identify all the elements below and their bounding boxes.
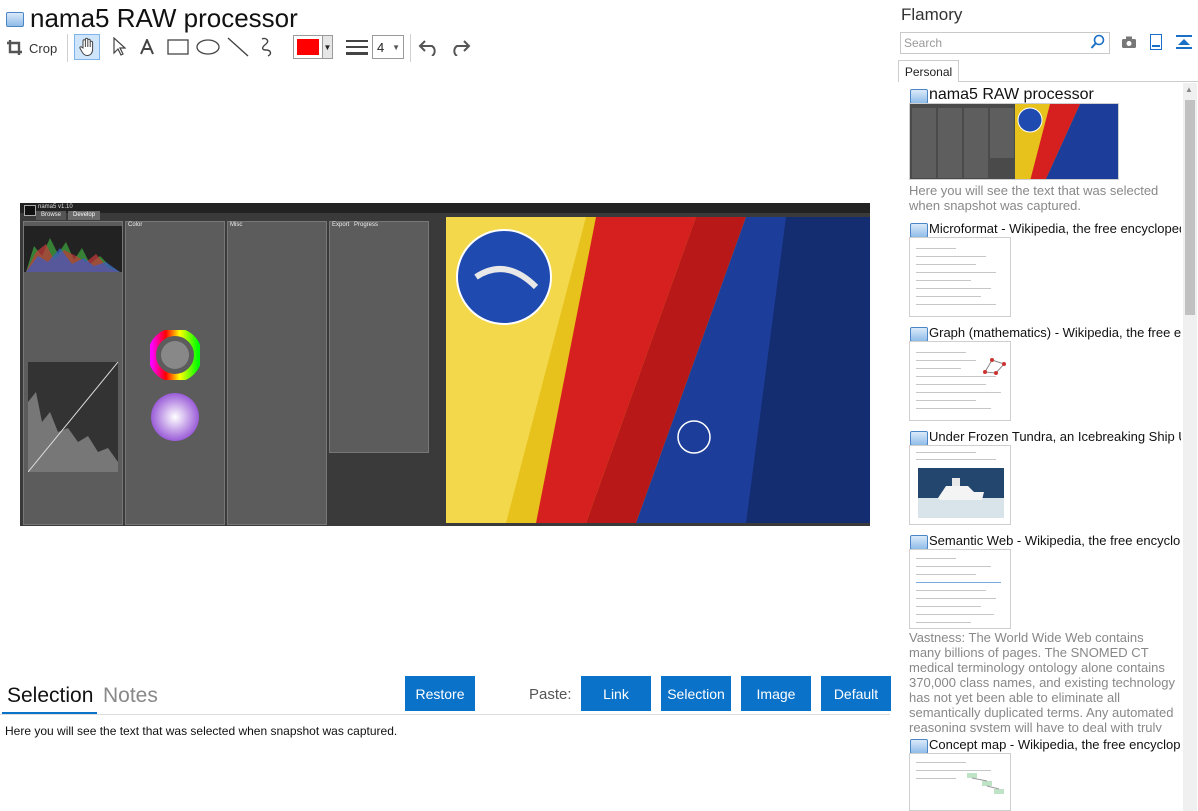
entry-thumbnail[interactable] xyxy=(909,753,1011,811)
search-placeholder: Search xyxy=(904,36,943,50)
scroll-up-icon[interactable]: ▲ xyxy=(1185,85,1193,94)
snapshot-panel-color: Color xyxy=(125,221,225,525)
graph-diagram-graphic xyxy=(983,358,1006,375)
undo-button[interactable] xyxy=(416,34,442,60)
snapshot-panel-export: Export Progress xyxy=(329,221,429,453)
search-input[interactable]: Search xyxy=(900,32,1110,54)
entry-description: Here you will see the text that was sele… xyxy=(909,183,1159,213)
concept-map-graphic xyxy=(967,773,1004,794)
page-title: nama5 RAW processor xyxy=(30,3,298,33)
text-icon xyxy=(140,39,154,55)
rectangle-icon xyxy=(167,39,189,55)
entry-thumbnail[interactable] xyxy=(909,445,1011,525)
line-tool-button[interactable] xyxy=(225,34,251,60)
snapshot-tab-browse: Browse xyxy=(36,211,66,220)
entry-icon xyxy=(910,535,928,550)
entry-icon xyxy=(910,327,928,342)
histogram-graphic xyxy=(24,226,122,272)
toolbar-divider xyxy=(410,34,411,62)
entry-thumbnail[interactable] xyxy=(909,549,1011,629)
snapshot-panel-histogram xyxy=(23,221,123,525)
paste-label: Paste: xyxy=(529,686,572,703)
snapshot-image[interactable]: nama5 v1.10 Browse Develop Color Misc Ex… xyxy=(20,203,870,526)
ellipse-icon xyxy=(196,39,220,55)
snapshot-tab-develop: Develop xyxy=(68,211,100,220)
color-swatch xyxy=(297,39,319,55)
crop-icon xyxy=(7,40,22,55)
document-icon[interactable] xyxy=(1150,34,1162,55)
tab-divider xyxy=(959,81,1198,82)
line-icon xyxy=(227,37,249,57)
entry-thumbnail[interactable] xyxy=(909,103,1119,180)
redo-button[interactable] xyxy=(447,34,473,60)
redo-icon xyxy=(453,40,471,56)
entry-title[interactable]: Concept map - Wikipedia, the free encycl… xyxy=(929,737,1181,752)
selected-text: Here you will see the text that was sele… xyxy=(5,724,398,738)
entry-title[interactable]: Microformat - Wikipedia, the free encycl… xyxy=(929,221,1181,236)
ship-photo-graphic xyxy=(918,468,1004,518)
paste-link-button[interactable]: Link xyxy=(581,676,651,711)
snapshot-panel-color-title: Color xyxy=(128,222,143,228)
hand-icon xyxy=(79,37,94,57)
tab-personal[interactable]: Personal xyxy=(898,60,959,82)
entry-thumbnail[interactable] xyxy=(909,237,1011,317)
freehand-tool-button[interactable] xyxy=(255,34,281,60)
chevron-down-icon: ▼ xyxy=(392,42,400,52)
collapse-icon[interactable] xyxy=(1176,34,1192,55)
color-picker[interactable]: ▼ xyxy=(293,35,333,59)
line-width-value: 4 xyxy=(377,39,385,55)
snapshot-app-name: nama5 v1.10 xyxy=(38,204,73,210)
entry-title[interactable]: Graph (mathematics) - Wikipedia, the fre… xyxy=(929,325,1181,340)
chevron-down-icon: ▼ xyxy=(322,36,332,58)
hand-tool-button[interactable] xyxy=(74,34,100,60)
color-wheel-graphic xyxy=(150,330,200,380)
app-window-icon xyxy=(6,12,24,27)
toolbar-divider xyxy=(67,34,68,62)
bottom-divider xyxy=(0,714,890,715)
scrollbar-thumb[interactable] xyxy=(1185,100,1195,315)
pointer-tool-button[interactable] xyxy=(106,34,132,60)
snapshot-titlebar xyxy=(20,203,870,213)
freehand-icon xyxy=(261,37,272,57)
entry-description: Vastness: The World Wide Web contains ma… xyxy=(909,630,1175,732)
curve-graphic xyxy=(28,362,118,472)
entry-icon xyxy=(910,739,928,754)
entry-title[interactable]: Semantic Web - Wikipedia, the free encyc… xyxy=(929,533,1181,548)
crop-button[interactable]: Crop xyxy=(6,35,57,61)
restore-button[interactable]: Restore xyxy=(405,676,475,711)
photo-graphic xyxy=(446,217,870,523)
crop-label: Crop xyxy=(29,40,58,56)
tab-notes[interactable]: Notes xyxy=(103,684,158,708)
tab-personal-label: Personal xyxy=(904,64,953,79)
pointer-icon xyxy=(113,37,126,56)
panel-title: Flamory xyxy=(901,5,963,24)
snapshot-photo xyxy=(446,217,870,523)
paste-selection-button[interactable]: Selection xyxy=(661,676,731,711)
text-tool-button[interactable] xyxy=(134,34,160,60)
undo-icon xyxy=(418,40,436,56)
camera-icon[interactable] xyxy=(1121,35,1137,54)
rectangle-tool-button[interactable] xyxy=(165,34,191,60)
line-width-icon xyxy=(346,40,368,55)
line-width-button[interactable] xyxy=(344,34,370,60)
entry-title[interactable]: nama5 RAW processor xyxy=(929,86,1094,104)
ellipse-tool-button[interactable] xyxy=(195,34,221,60)
snapshot-panel-misc: Misc xyxy=(227,221,327,525)
entry-icon xyxy=(910,223,928,238)
snapshot-panel-export-title: Export xyxy=(332,222,350,228)
entry-title[interactable]: Under Frozen Tundra, an Icebreaking Ship… xyxy=(929,429,1181,444)
search-icon[interactable] xyxy=(1090,34,1106,55)
line-width-select[interactable]: 4 ▼ xyxy=(372,35,404,59)
color-wheel-graphic xyxy=(151,393,199,441)
paste-image-button[interactable]: Image xyxy=(741,676,811,711)
snapshot-panel-misc-title: Misc xyxy=(230,222,243,228)
entry-icon xyxy=(910,431,928,446)
tab-selection[interactable]: Selection xyxy=(7,684,93,708)
entry-icon xyxy=(910,89,928,104)
snapshot-panel-progress-title: Progress xyxy=(354,222,379,228)
paste-default-button[interactable]: Default xyxy=(821,676,891,711)
entry-thumbnail[interactable] xyxy=(909,341,1011,421)
app-logo xyxy=(24,205,36,216)
thumbnail-graphic xyxy=(910,104,1118,179)
